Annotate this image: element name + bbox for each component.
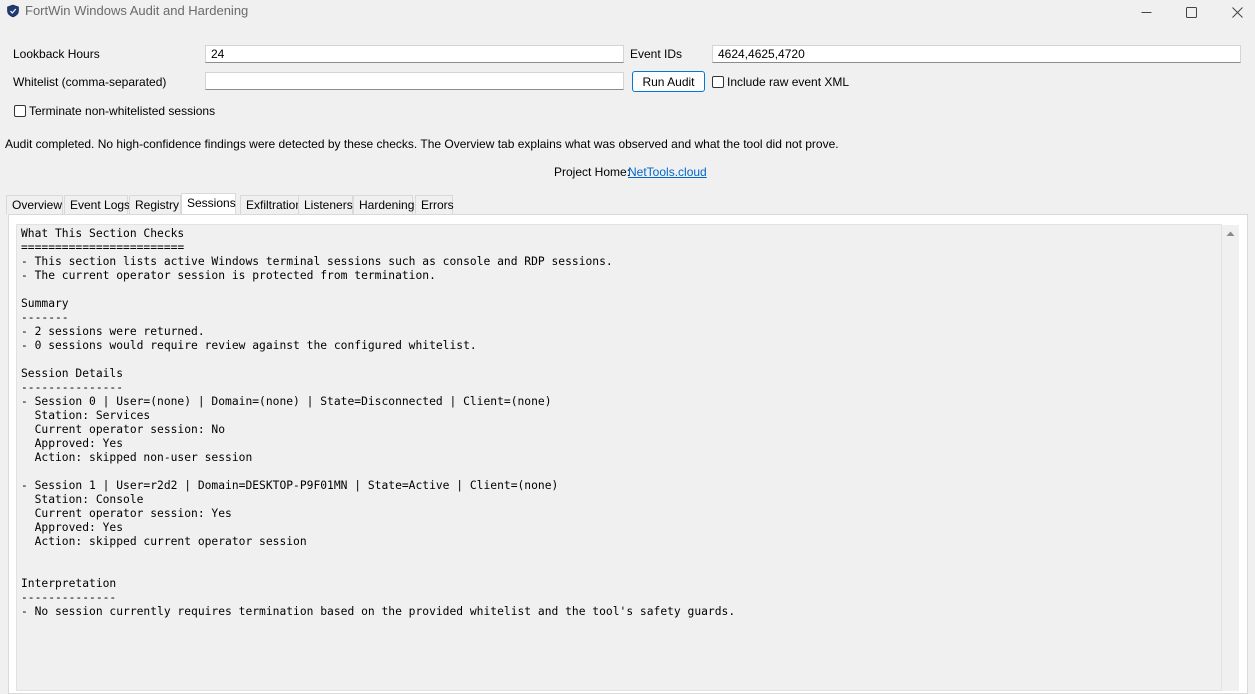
project-home-label: Project Home: <box>554 165 631 179</box>
window-title: FortWin Windows Audit and Hardening <box>25 3 249 18</box>
app-shield-icon <box>7 4 19 18</box>
title-bar: FortWin Windows Audit and Hardening <box>0 0 1255 24</box>
status-message: Audit completed. No high-confidence find… <box>5 137 839 151</box>
minimize-button[interactable] <box>1123 0 1169 24</box>
whitelist-input[interactable] <box>205 72 624 90</box>
minimize-icon <box>1141 11 1151 13</box>
sessions-report-text: What This Section Checks ===============… <box>21 227 736 618</box>
event-ids-input[interactable]: 4624,4625,4720 <box>712 45 1241 63</box>
tab-exfiltration[interactable]: Exfiltration <box>240 195 302 214</box>
tab-event-logs[interactable]: Event Logs <box>64 195 130 214</box>
close-icon <box>1231 6 1243 18</box>
tab-registry[interactable]: Registry <box>129 195 181 214</box>
sessions-report-textbox[interactable]: What This Section Checks ===============… <box>16 224 1222 691</box>
tab-overview[interactable]: Overview <box>6 195 63 214</box>
tab-sessions[interactable]: Sessions <box>181 193 236 214</box>
maximize-button[interactable] <box>1168 0 1214 24</box>
terminate-sessions-label: Terminate non-whitelisted sessions <box>29 104 216 118</box>
lookback-hours-label: Lookback Hours <box>13 47 100 61</box>
tab-hardening[interactable]: Hardening <box>353 195 414 214</box>
project-home-link[interactable]: NetTools.cloud <box>628 164 707 180</box>
run-audit-button-label: Run Audit <box>642 74 695 89</box>
include-raw-xml-checkbox[interactable] <box>712 76 724 88</box>
run-audit-button[interactable]: Run Audit <box>632 71 705 92</box>
lookback-hours-input[interactable]: 24 <box>205 45 624 63</box>
event-ids-label: Event IDs <box>630 47 683 61</box>
close-button[interactable] <box>1214 0 1255 24</box>
scroll-up-arrow-icon[interactable] <box>1222 225 1239 242</box>
maximize-icon <box>1185 6 1197 18</box>
terminate-sessions-checkbox[interactable] <box>14 105 26 117</box>
vertical-scrollbar[interactable] <box>1222 225 1239 691</box>
tab-errors[interactable]: Errors <box>415 195 454 214</box>
include-raw-xml-label: Include raw event XML <box>727 75 850 89</box>
tab-listeners[interactable]: Listeners <box>298 195 353 214</box>
whitelist-label: Whitelist (comma-separated) <box>13 75 167 89</box>
